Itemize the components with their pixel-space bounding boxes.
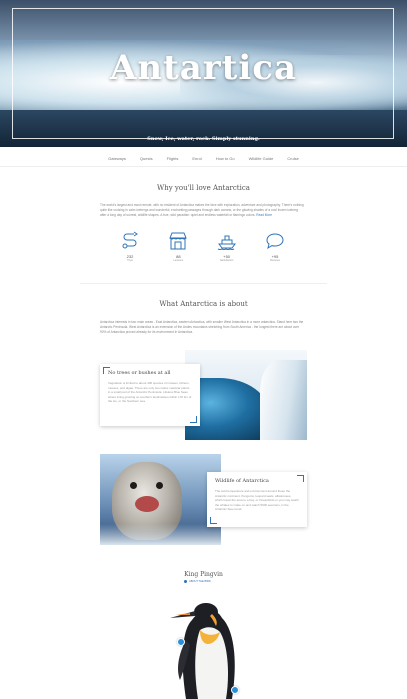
card-corner (210, 517, 217, 524)
feature-lessons-label: Lessons (173, 259, 184, 262)
ice-cave-photo (185, 350, 307, 440)
feature-stats: 232 Trips 88 Lessons +50 Satisfaction +9… (100, 231, 305, 271)
subtitle-dot (184, 580, 187, 583)
nav-item-gateways[interactable]: Gateways (108, 156, 126, 161)
snow-ground (100, 524, 221, 545)
king-penguin-title: King Pingvin (184, 571, 223, 578)
chat-icon (266, 233, 284, 250)
card-text: The cold temperature and environment aro… (215, 489, 299, 512)
penguin-hotspot[interactable] (177, 638, 185, 646)
feature-satisfaction-label: Satisfaction (219, 259, 234, 262)
ice-ridge (260, 360, 307, 440)
card-corner (103, 367, 110, 374)
feature-satisfaction: +50 Satisfaction (212, 231, 242, 271)
why-paragraph: The world's largest and most remote, wit… (100, 203, 305, 218)
nav-item-wildlife-guide[interactable]: Wildlife Guide (249, 156, 274, 161)
nav-item-quests[interactable]: Quests (140, 156, 153, 161)
info-card-wildlife: Wildlife of Antarctica The cold temperat… (207, 472, 307, 527)
about-paragraph: Antarctica interests in two main areas -… (100, 320, 304, 334)
card-corner (190, 416, 197, 423)
king-penguin-illustration (170, 603, 235, 699)
hero-banner: Antartica Snow, Ice, water, rock. Simply… (0, 0, 407, 147)
seal-mouth (135, 496, 159, 512)
route-icon (122, 231, 138, 249)
feature-lessons: 88 Lessons (163, 231, 193, 271)
ship-icon (217, 235, 236, 250)
card-title: No trees or bushes at all (108, 370, 171, 376)
info-card-trees: No trees or bushes at all Vegetation is … (100, 364, 200, 426)
store-icon (169, 232, 188, 250)
hero-title: Antartica (109, 48, 298, 88)
card-title: Wildlife of Antarctica (215, 478, 269, 484)
section-divider (80, 283, 327, 284)
nav-item-flights[interactable]: Flights (167, 156, 179, 161)
card-text: Vegetation is limited to about 400 speci… (108, 381, 192, 404)
feature-reviews: +95 Reviews (260, 231, 290, 271)
card-corner (297, 475, 304, 482)
penguin-hotspot[interactable] (231, 686, 239, 694)
seal-eye (130, 482, 137, 489)
seal-eye (156, 482, 163, 489)
feature-trips-label: Trips (127, 259, 133, 262)
king-penguin-subtitle: ABOUT THE BIRD (184, 580, 224, 583)
subtitle-text: ABOUT THE BIRD (189, 580, 211, 583)
nav-item-how-to-go[interactable]: How to Go (216, 156, 235, 161)
feature-trips: 232 Trips (115, 231, 145, 271)
why-section-title: Why you'll love Antarctica (157, 184, 250, 192)
nav-item-cruise[interactable]: Cruise (287, 156, 299, 161)
hero-tagline: Snow, Ice, water, rock. Simply stunning. (147, 136, 260, 142)
feature-reviews-label: Reviews (270, 259, 280, 262)
about-section-title: What Antarctica is about (159, 300, 248, 308)
main-nav: Gateways Quests Flights Enrol How to Go … (0, 150, 407, 167)
nav-item-enrol[interactable]: Enrol (192, 156, 201, 161)
why-paragraph-text: The world's largest and most remote, wit… (100, 203, 304, 217)
seal-photo (100, 454, 221, 545)
read-more-link[interactable]: Read More (256, 213, 272, 217)
